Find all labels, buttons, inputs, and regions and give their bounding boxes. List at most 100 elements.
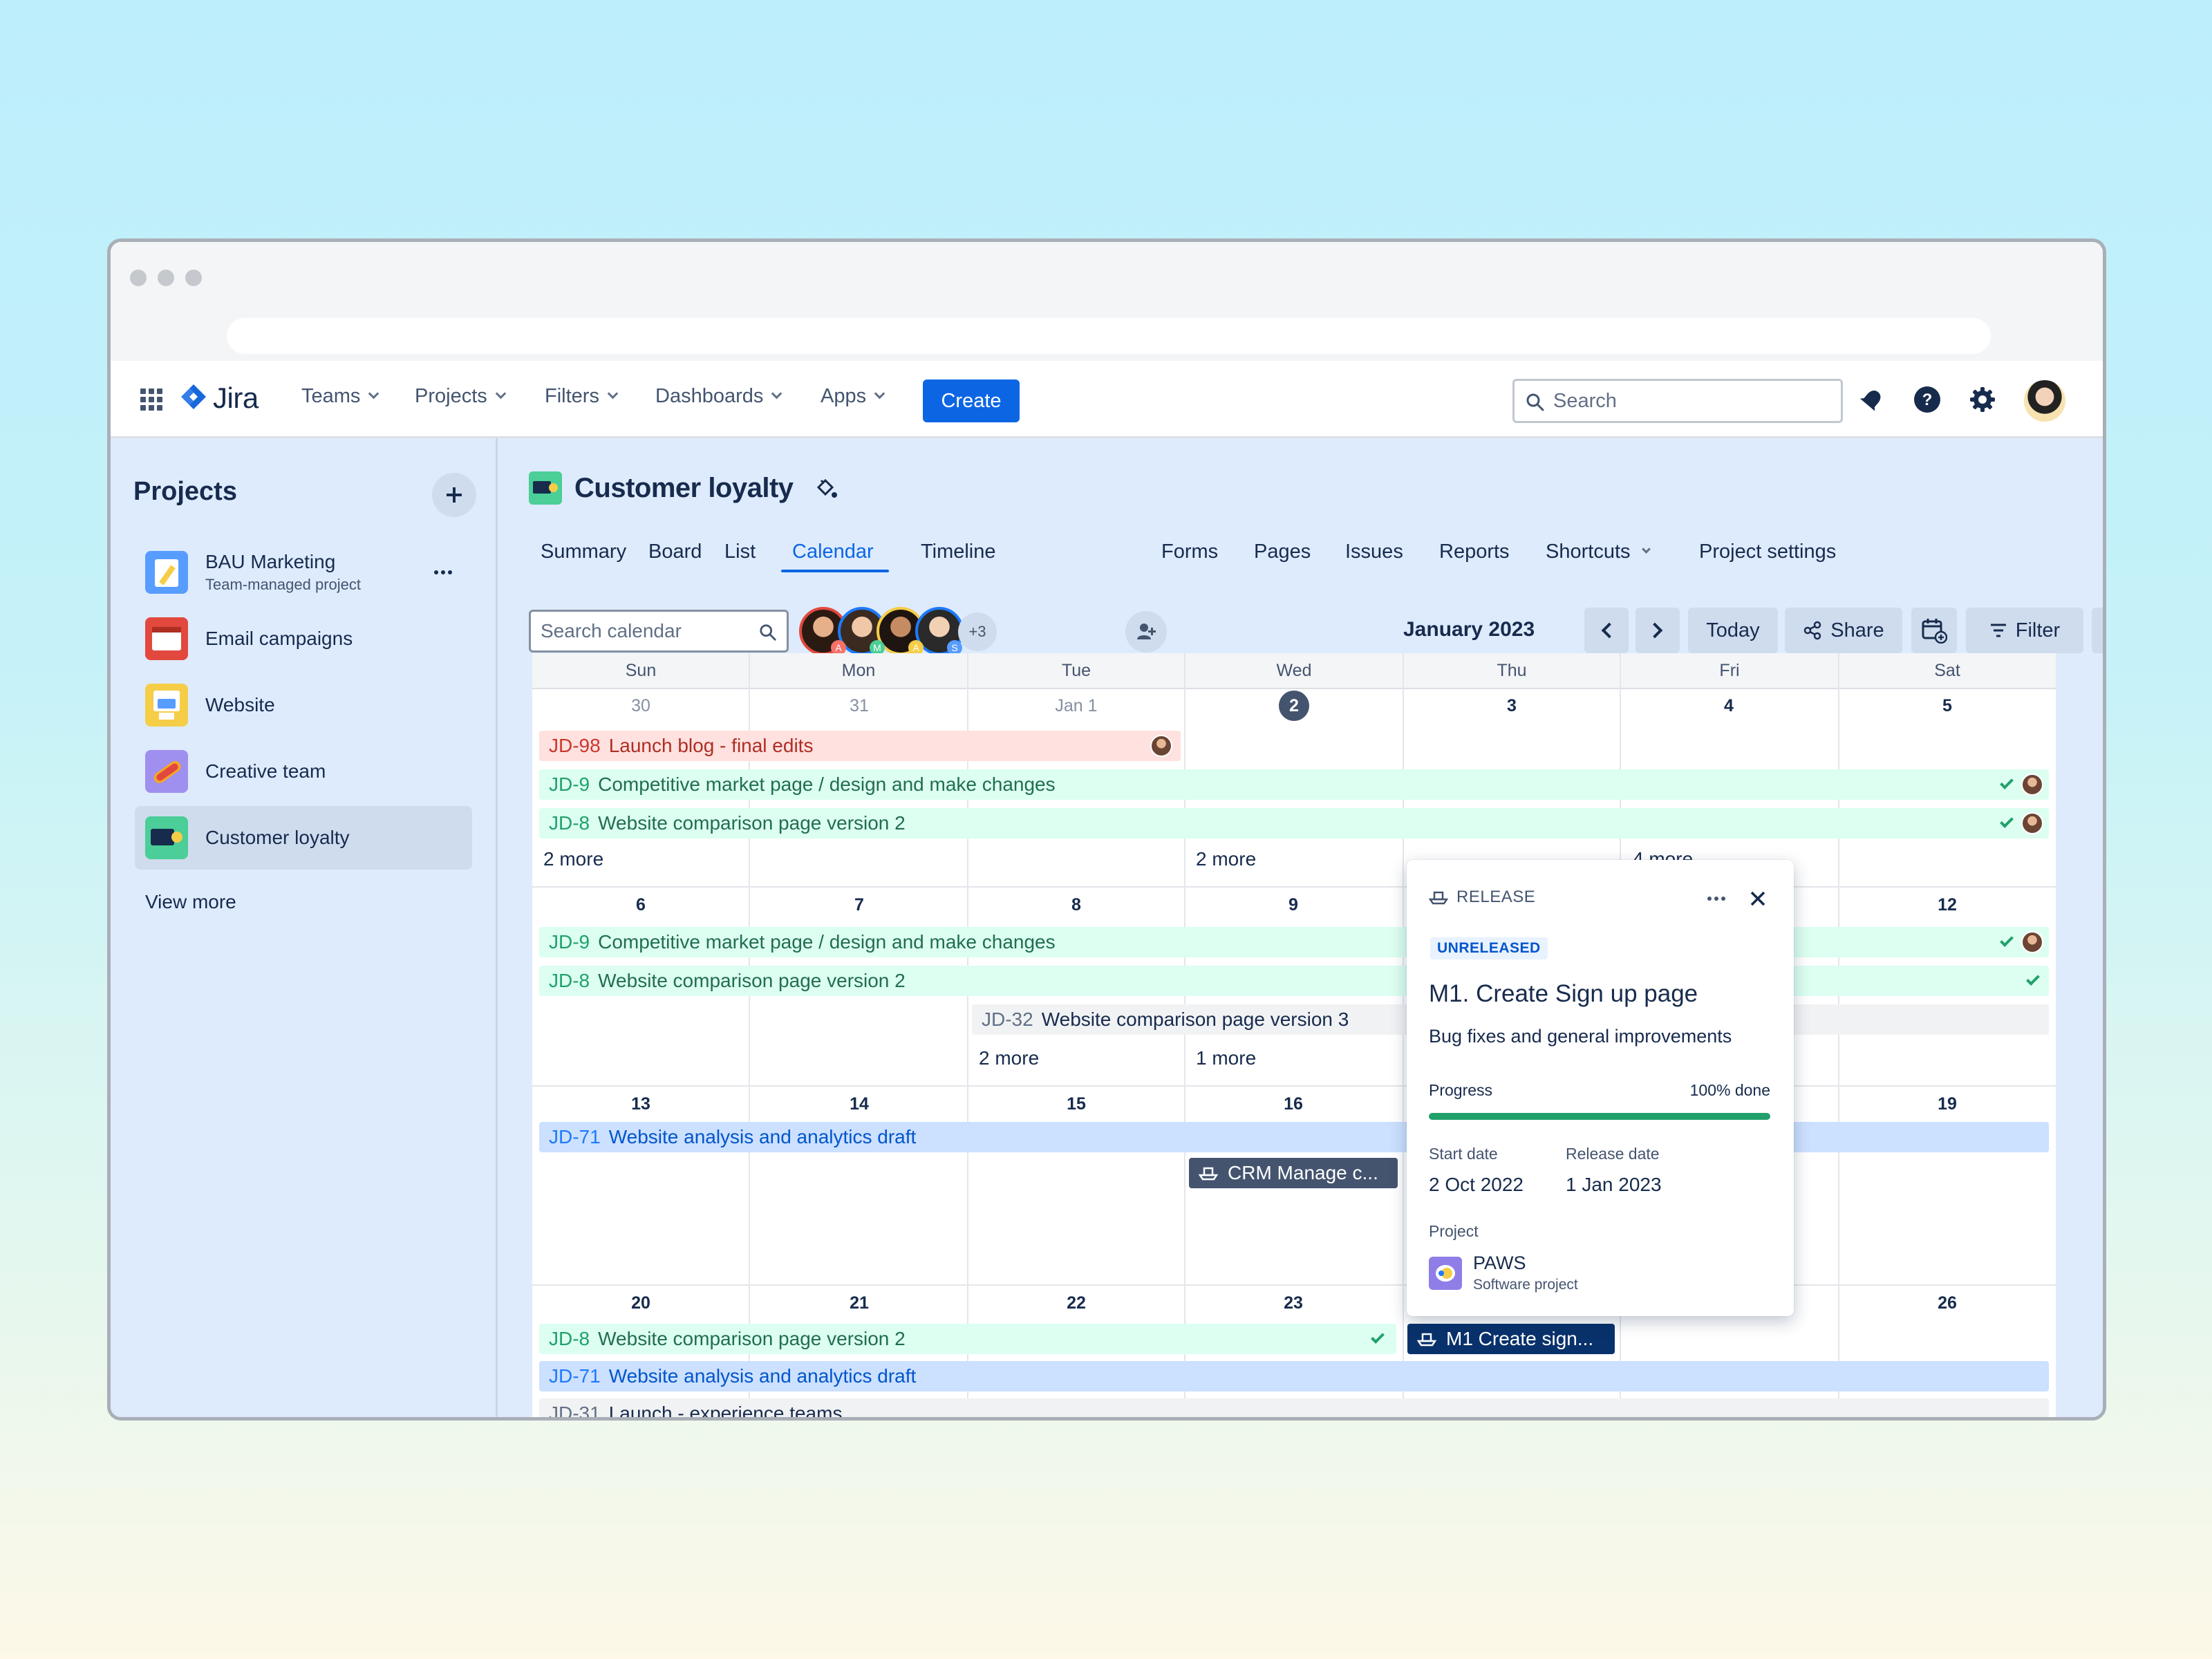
date-cell[interactable]: 19 (1839, 1094, 2056, 1114)
tab-timeline[interactable]: Timeline (921, 541, 996, 563)
date-cell[interactable]: 20 (532, 1293, 749, 1313)
global-search-input[interactable]: Search (1512, 379, 1843, 423)
popup-more-button[interactable] (1703, 885, 1730, 912)
date-cell[interactable]: 26 (1839, 1293, 2056, 1313)
sidebar-item-email-campaigns[interactable]: Email campaigns (135, 607, 472, 671)
popup-type: RELEASE (1429, 888, 1535, 907)
day-header-thu: Thu (1403, 653, 1620, 689)
previous-month-button[interactable] (1584, 608, 1629, 653)
help-icon[interactable]: ? (1913, 386, 1941, 413)
calendar-search-input[interactable]: Search calendar (529, 610, 789, 653)
event-jd-8-week2[interactable]: JD-8 Website comparison page version 2 (539, 966, 2049, 996)
sidebar-item-creative-team[interactable]: Creative team (135, 740, 472, 803)
date-cell[interactable]: 12 (1839, 895, 2056, 915)
share-button[interactable]: Share (1785, 608, 1902, 653)
date-cell[interactable]: 9 (1185, 895, 1402, 915)
event-jd-9[interactable]: JD-9 Competitive market page / design and… (539, 769, 2049, 800)
release-date-value: 1 Jan 2023 (1566, 1174, 1662, 1195)
date-cell[interactable]: 21 (751, 1293, 968, 1313)
date-cell[interactable]: 13 (532, 1094, 749, 1114)
event-jd-31[interactable]: JD-31 Launch - experience teams (539, 1398, 2049, 1417)
notification-bell-icon[interactable] (1859, 387, 1884, 412)
date-cell[interactable]: 22 (968, 1293, 1185, 1313)
date-cell[interactable]: Jan 1 (968, 696, 1185, 716)
today-date-cell[interactable]: 2 (1279, 691, 1309, 721)
event-jd-71[interactable]: JD-71 Website analysis and analytics draf… (539, 1122, 2049, 1152)
date-cell[interactable]: 8 (968, 895, 1185, 915)
date-cell[interactable]: 15 (968, 1094, 1185, 1114)
tab-pages[interactable]: Pages (1254, 541, 1311, 563)
view-settings-button[interactable] (2092, 608, 2103, 653)
event-jd-8[interactable]: JD-8 Website comparison page version 2 (539, 808, 2049, 838)
add-people-button[interactable] (1125, 611, 1167, 653)
nav-projects[interactable]: Projects (415, 385, 507, 408)
view-more-link[interactable]: View more (145, 891, 236, 913)
avatar-overflow-count[interactable]: +3 (958, 612, 997, 651)
create-button[interactable]: Create (923, 379, 1020, 422)
tab-shortcuts[interactable]: Shortcuts (1546, 541, 1651, 563)
date-cell[interactable]: 23 (1185, 1293, 1402, 1313)
grid-divider (532, 1085, 2056, 1087)
date-cell[interactable]: 5 (1839, 696, 2056, 716)
release-crm[interactable]: CRM Manage c... (1189, 1158, 1398, 1188)
today-button[interactable]: Today (1688, 608, 1778, 653)
date-cell[interactable]: 6 (532, 895, 749, 915)
start-date-label: Start date (1429, 1145, 1498, 1163)
date-cell[interactable]: 7 (751, 895, 968, 915)
more-events-link[interactable]: 2 more (543, 848, 603, 870)
nav-filters[interactable]: Filters (545, 385, 619, 408)
nav-teams[interactable]: Teams (301, 385, 379, 408)
more-events-link[interactable]: 1 more (1196, 1047, 1256, 1069)
tab-issues[interactable]: Issues (1345, 541, 1403, 563)
month-label: January 2023 (1403, 618, 1535, 641)
chevron-left-icon (1601, 622, 1618, 639)
date-cell[interactable]: 14 (751, 1094, 968, 1114)
more-options-icon[interactable] (428, 557, 458, 588)
app-switcher-icon[interactable] (140, 388, 163, 411)
address-bar[interactable] (227, 318, 1991, 354)
date-cell[interactable]: 3 (1403, 696, 1620, 716)
tab-reports[interactable]: Reports (1439, 541, 1510, 563)
release-m1[interactable]: M1 Create sign... (1407, 1324, 1615, 1354)
project-link[interactable]: PAWS Software project (1429, 1253, 1578, 1293)
more-events-link[interactable]: 2 more (979, 1047, 1039, 1069)
date-cell[interactable]: 16 (1185, 1094, 1402, 1114)
next-month-button[interactable] (1635, 608, 1680, 653)
paint-bucket-icon[interactable] (814, 476, 838, 500)
calendar-grid: Sun Mon Tue Wed Thu Fri Sat 30 31 Jan 1 … (532, 653, 2056, 1417)
top-navigation: Jira Teams Projects Filters Dashboards A… (111, 361, 2103, 438)
date-cell[interactable]: 4 (1620, 696, 1837, 716)
sidebar-item-customer-loyalty[interactable]: Customer loyalty (135, 806, 472, 870)
event-key: JD-98 (549, 735, 601, 756)
tab-calendar[interactable]: Calendar (792, 541, 874, 563)
nav-dashboards[interactable]: Dashboards (655, 385, 782, 408)
date-cell[interactable]: 31 (751, 696, 968, 716)
tab-list[interactable]: List (724, 541, 756, 563)
window-zoom-dot[interactable] (185, 270, 202, 286)
tab-project-settings[interactable]: Project settings (1699, 541, 1836, 563)
date-cell[interactable]: 30 (532, 696, 749, 716)
event-jd-98[interactable]: JD-98 Launch blog - final edits (539, 731, 1181, 761)
close-icon[interactable] (1748, 889, 1768, 908)
window-close-dot[interactable] (130, 270, 147, 286)
user-avatar[interactable] (2024, 380, 2065, 422)
tab-forms-label[interactable]: Forms (1161, 541, 1218, 563)
sidebar-item-website[interactable]: Website (135, 673, 472, 737)
jira-logo[interactable]: Jira (180, 382, 259, 415)
event-key: JD-32 (982, 1009, 1033, 1030)
add-calendar-button[interactable] (1911, 608, 1957, 653)
ship-icon (1417, 1333, 1436, 1347)
tab-board[interactable]: Board (648, 541, 702, 563)
event-jd-9-week2[interactable]: JD-9 Competitive market page / design and… (539, 927, 2049, 957)
more-events-link[interactable]: 2 more (1196, 848, 1256, 870)
nav-apps[interactable]: Apps (821, 385, 885, 408)
tab-summary[interactable]: Summary (541, 541, 626, 563)
settings-gear-icon[interactable] (1969, 386, 1996, 413)
sidebar-item-bau-marketing[interactable]: BAU Marketing Team-managed project (135, 541, 472, 604)
event-jd-8-week4[interactable]: JD-8 Website comparison page version 2 (539, 1324, 1396, 1354)
event-jd-71-week4[interactable]: JD-71 Website analysis and analytics draf… (539, 1361, 2049, 1391)
filter-button[interactable]: Filter (1966, 608, 2083, 653)
event-title: Competitive market page / design and mak… (598, 931, 1056, 953)
window-minimize-dot[interactable] (158, 270, 174, 286)
add-project-button[interactable] (432, 473, 476, 517)
